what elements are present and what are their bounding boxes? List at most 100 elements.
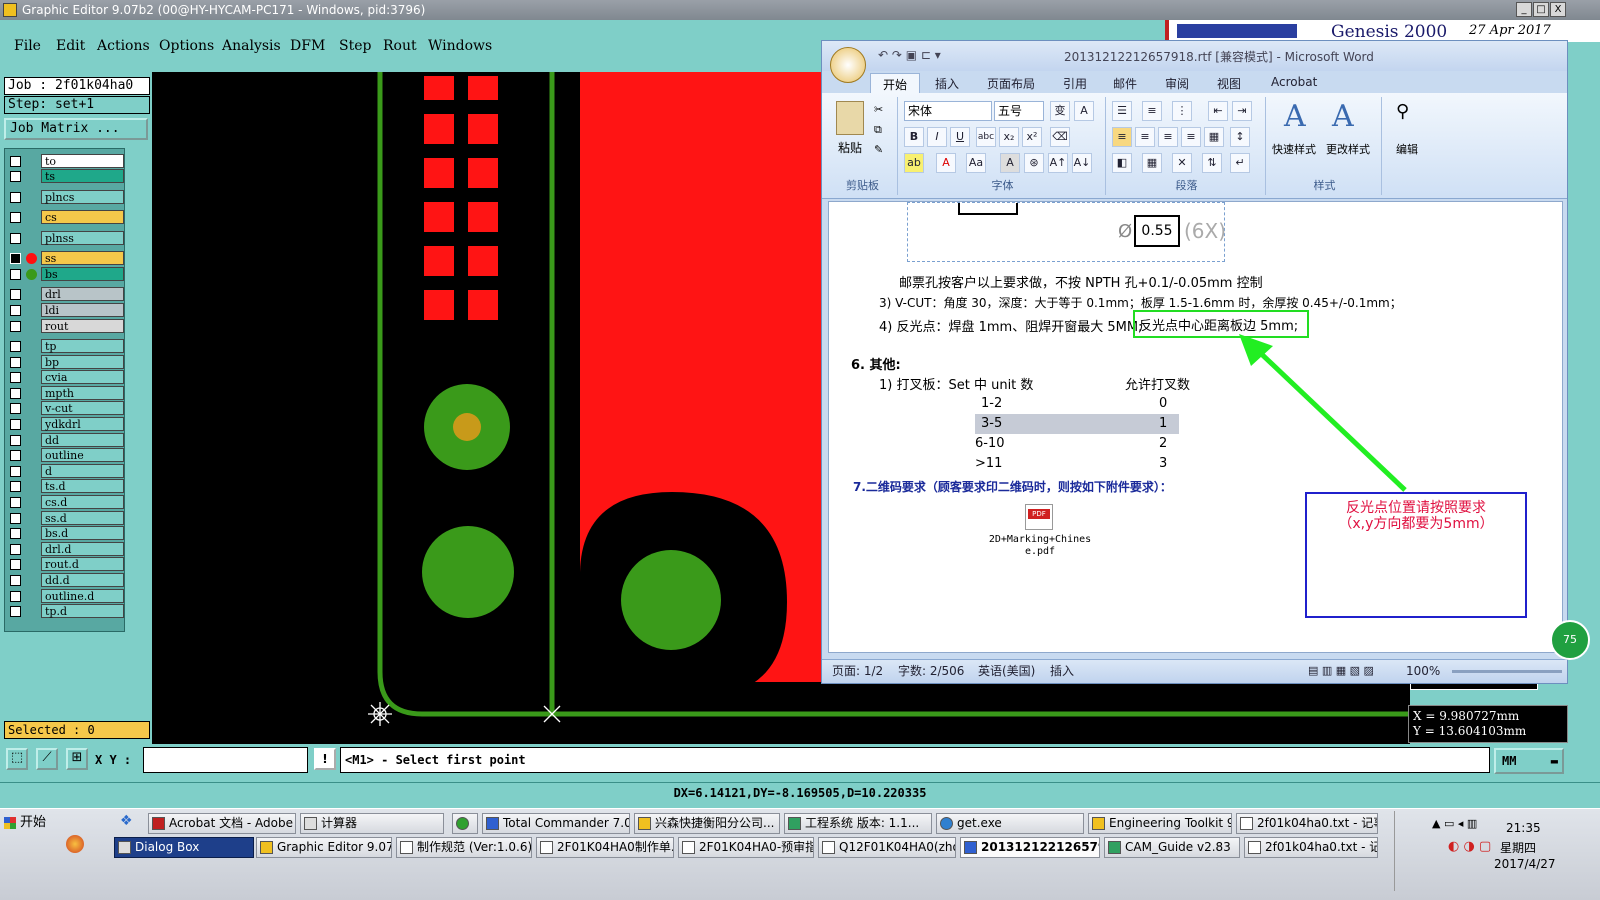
layer-row[interactable]: ldi — [5, 303, 126, 318]
layer-checkbox[interactable] — [10, 305, 21, 316]
tray-expander[interactable] — [1394, 811, 1420, 891]
measure-icon[interactable]: ⟋ — [36, 748, 58, 770]
decrease-indent-icon[interactable]: ⇤ — [1208, 101, 1228, 121]
layer-name[interactable]: drl.d — [41, 542, 124, 556]
taskbar-item[interactable]: 2f01k04ha0.txt - 记事本 — [1236, 813, 1378, 834]
layer-row[interactable]: outline.d — [5, 589, 126, 604]
layer-checkbox[interactable] — [10, 212, 21, 223]
layer-checkbox[interactable] — [10, 269, 21, 280]
grid-icon[interactable]: ⊞ — [66, 748, 88, 770]
layer-row[interactable]: plnss — [5, 231, 126, 246]
taskbar-item[interactable]: 工程系统 版本: 1.1... — [784, 813, 932, 834]
layer-name[interactable]: mpth — [41, 386, 124, 400]
layer-row[interactable]: ts.d — [5, 479, 126, 494]
status-words[interactable]: 字数: 2/506 — [898, 660, 964, 682]
units-button[interactable]: MM ▬ — [1494, 748, 1564, 774]
layer-name[interactable]: rout — [41, 319, 124, 333]
word-window[interactable]: ↶ ↷ ▣ ⊏ ▾ 20131212212657918.rtf [兼容模式] -… — [821, 40, 1568, 684]
layer-name[interactable]: ss.d — [41, 511, 124, 525]
taskbar-item[interactable]: Total Commander 7.0 p... — [482, 813, 630, 834]
multilevel-icon[interactable]: ⋮ — [1172, 101, 1192, 121]
layer-name[interactable]: bp — [41, 355, 124, 369]
quicklaunch-icon[interactable] — [66, 835, 84, 853]
layer-name[interactable]: outline.d — [41, 589, 124, 603]
layer-checkbox[interactable] — [10, 341, 21, 352]
layer-row[interactable]: tp — [5, 339, 126, 354]
menu-file[interactable]: File — [14, 38, 41, 54]
tray-icons[interactable]: ▲ ▭ ◂ ▥ — [1432, 817, 1477, 830]
layer-row[interactable]: rout — [5, 319, 126, 334]
layer-row[interactable]: bs.d — [5, 526, 126, 541]
layer-checkbox[interactable] — [10, 528, 21, 539]
layer-name[interactable]: cs.d — [41, 495, 124, 509]
layer-name[interactable]: bs — [41, 267, 124, 281]
maximize-button[interactable]: □ — [1533, 2, 1549, 17]
status-language[interactable]: 英语(美国) — [978, 660, 1035, 682]
menu-rout[interactable]: Rout — [383, 38, 417, 54]
layer-name[interactable]: dd — [41, 433, 124, 447]
layer-row[interactable]: dd — [5, 433, 126, 448]
layer-row[interactable]: tp.d — [5, 604, 126, 619]
subscript-button[interactable]: x₂ — [999, 127, 1019, 147]
taskbar-item-active[interactable]: Dialog Box — [114, 837, 254, 858]
view-buttons-icon[interactable]: ▤ ▥ ▦ ▧ ▨ — [1308, 660, 1374, 682]
layer-checkbox[interactable] — [10, 481, 21, 492]
layer-row[interactable]: bp — [5, 355, 126, 370]
taskbar-item[interactable]: Acrobat 文档 - Adobe ... — [148, 813, 296, 834]
tab-layout[interactable]: 页面布局 — [987, 75, 1035, 92]
layer-name[interactable]: tp.d — [41, 604, 124, 618]
tab-references[interactable]: 引用 — [1063, 75, 1087, 92]
menu-options[interactable]: Options — [159, 38, 214, 54]
find-icon[interactable]: ⚲ — [1396, 101, 1409, 122]
layer-checkbox[interactable] — [10, 466, 21, 477]
layer-row[interactable]: mpth — [5, 386, 126, 401]
bullets-icon[interactable]: ☰ — [1112, 101, 1132, 121]
status-zoom[interactable]: 100% — [1406, 660, 1440, 682]
layer-name[interactable]: ydkdrl — [41, 417, 124, 431]
layer-checkbox[interactable] — [10, 192, 21, 203]
layer-checkbox[interactable] — [10, 253, 21, 264]
sort-icon[interactable]: ⇅ — [1202, 153, 1222, 173]
layer-row[interactable]: plncs — [5, 190, 126, 205]
layer-checkbox[interactable] — [10, 544, 21, 555]
layer-row[interactable]: ss — [5, 251, 126, 266]
chinese-layout-icon[interactable]: ✕ — [1172, 153, 1192, 173]
layer-row[interactable]: cvia — [5, 370, 126, 385]
info-icon[interactable]: ! — [314, 748, 336, 770]
tab-home[interactable]: 开始 — [870, 73, 921, 95]
layer-name[interactable]: ss — [41, 251, 124, 265]
layer-checkbox[interactable] — [10, 591, 21, 602]
menu-edit[interactable]: Edit — [56, 38, 85, 54]
layer-color-dot[interactable] — [26, 269, 37, 280]
menu-step[interactable]: Step — [339, 38, 371, 54]
numbering-icon[interactable]: ≡ — [1142, 101, 1162, 121]
line-spacing-icon[interactable]: ↕ — [1230, 127, 1250, 147]
layer-checkbox[interactable] — [10, 419, 21, 430]
layer-name[interactable]: d — [41, 464, 124, 478]
layer-checkbox[interactable] — [10, 450, 21, 461]
layer-name[interactable]: bs.d — [41, 526, 124, 540]
menu-dfm[interactable]: DFM — [290, 38, 325, 54]
taskbar-item[interactable]: 2F01K04HA0-预审指... — [678, 837, 814, 858]
taskbar-item[interactable]: 2F01K04HA0制作单.... — [536, 837, 674, 858]
font-name-select[interactable]: 宋体 — [904, 101, 992, 121]
layer-name[interactable]: ts — [41, 169, 124, 183]
clock-date[interactable]: 2017/4/27 — [1494, 857, 1556, 871]
taskbar-item[interactable]: 201312122126579... — [960, 837, 1100, 858]
layer-checkbox[interactable] — [10, 321, 21, 332]
menu-analysis[interactable]: Analysis — [222, 38, 281, 54]
show-marks-icon[interactable]: ↵ — [1230, 153, 1250, 173]
pdf-attachment-icon[interactable]: PDF — [1025, 504, 1053, 530]
layer-row[interactable]: cs.d — [5, 495, 126, 510]
clock-weekday[interactable]: 星期四 — [1500, 839, 1536, 856]
tab-mailings[interactable]: 邮件 — [1113, 75, 1137, 92]
zoom-slider[interactable] — [1452, 670, 1562, 673]
layer-name[interactable]: plncs — [41, 190, 124, 204]
align-right-icon[interactable]: ≡ — [1158, 127, 1178, 147]
document-page[interactable]: Ø 0.55 (6X) 邮票孔按客户以上要求做，不按 NPTH 孔+0.1/-0… — [828, 201, 1563, 653]
layer-checkbox[interactable] — [10, 606, 21, 617]
layer-row[interactable]: rout.d — [5, 557, 126, 572]
bold-button[interactable]: B — [904, 127, 924, 147]
char-shading-icon[interactable]: A — [1000, 153, 1020, 173]
justify-icon[interactable]: ≡ — [1181, 127, 1201, 147]
